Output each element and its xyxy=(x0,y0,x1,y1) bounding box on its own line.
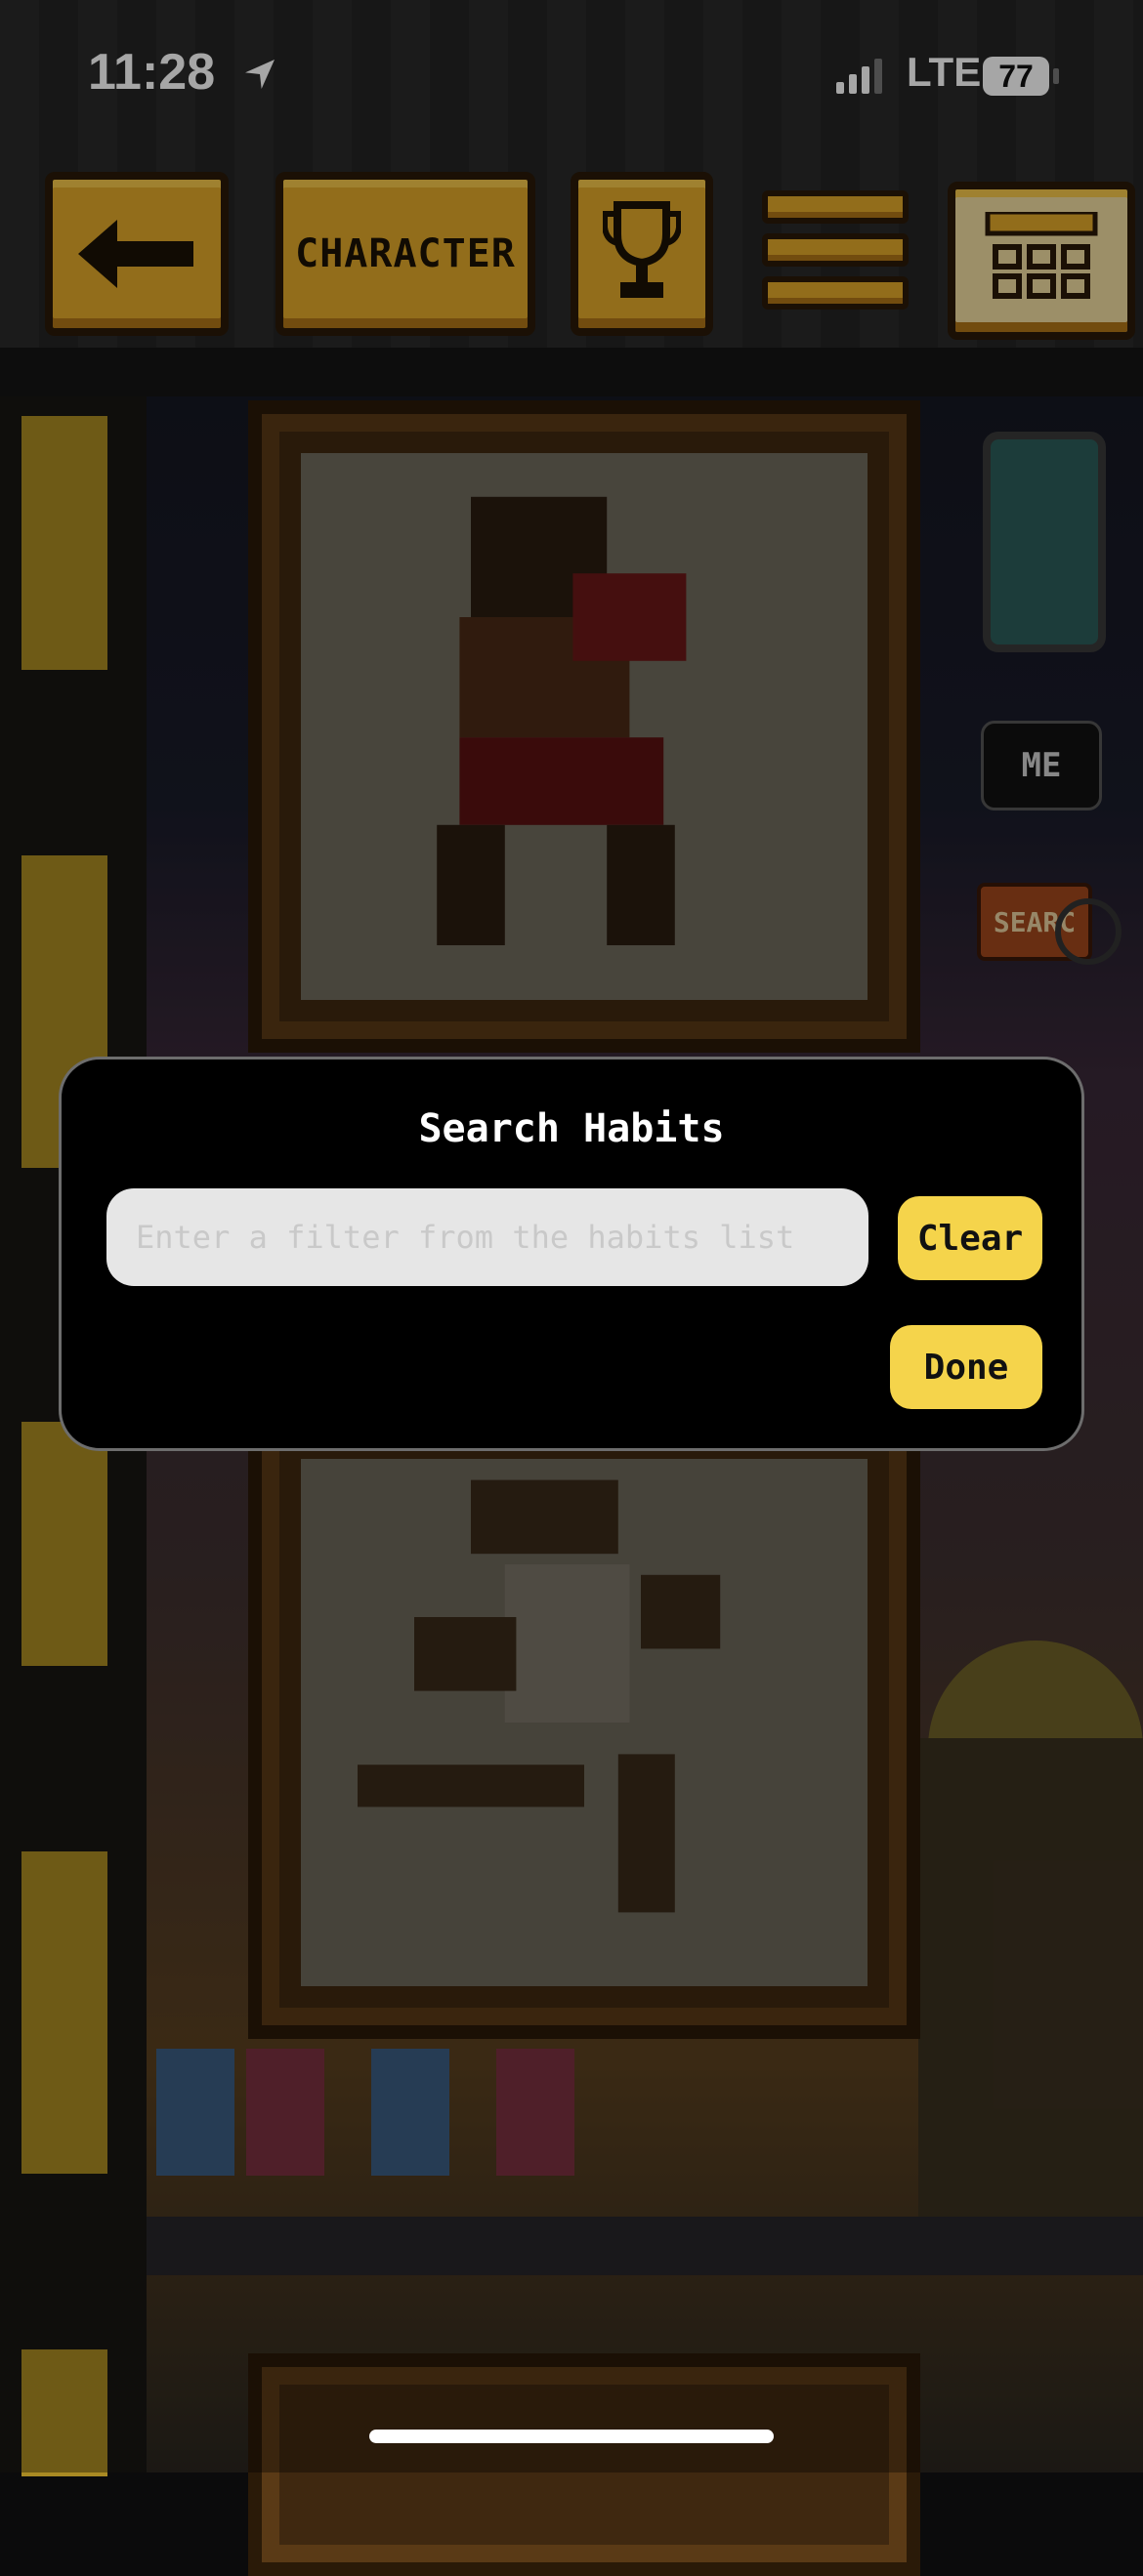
home-indicator[interactable] xyxy=(369,2430,774,2443)
done-button[interactable]: Done xyxy=(890,1325,1042,1409)
dialog-title: Search Habits xyxy=(418,1106,725,1151)
search-input[interactable] xyxy=(106,1188,868,1286)
clear-button[interactable]: Clear xyxy=(898,1196,1042,1280)
search-habits-dialog: Search Habits Clear Done xyxy=(59,1057,1084,1451)
